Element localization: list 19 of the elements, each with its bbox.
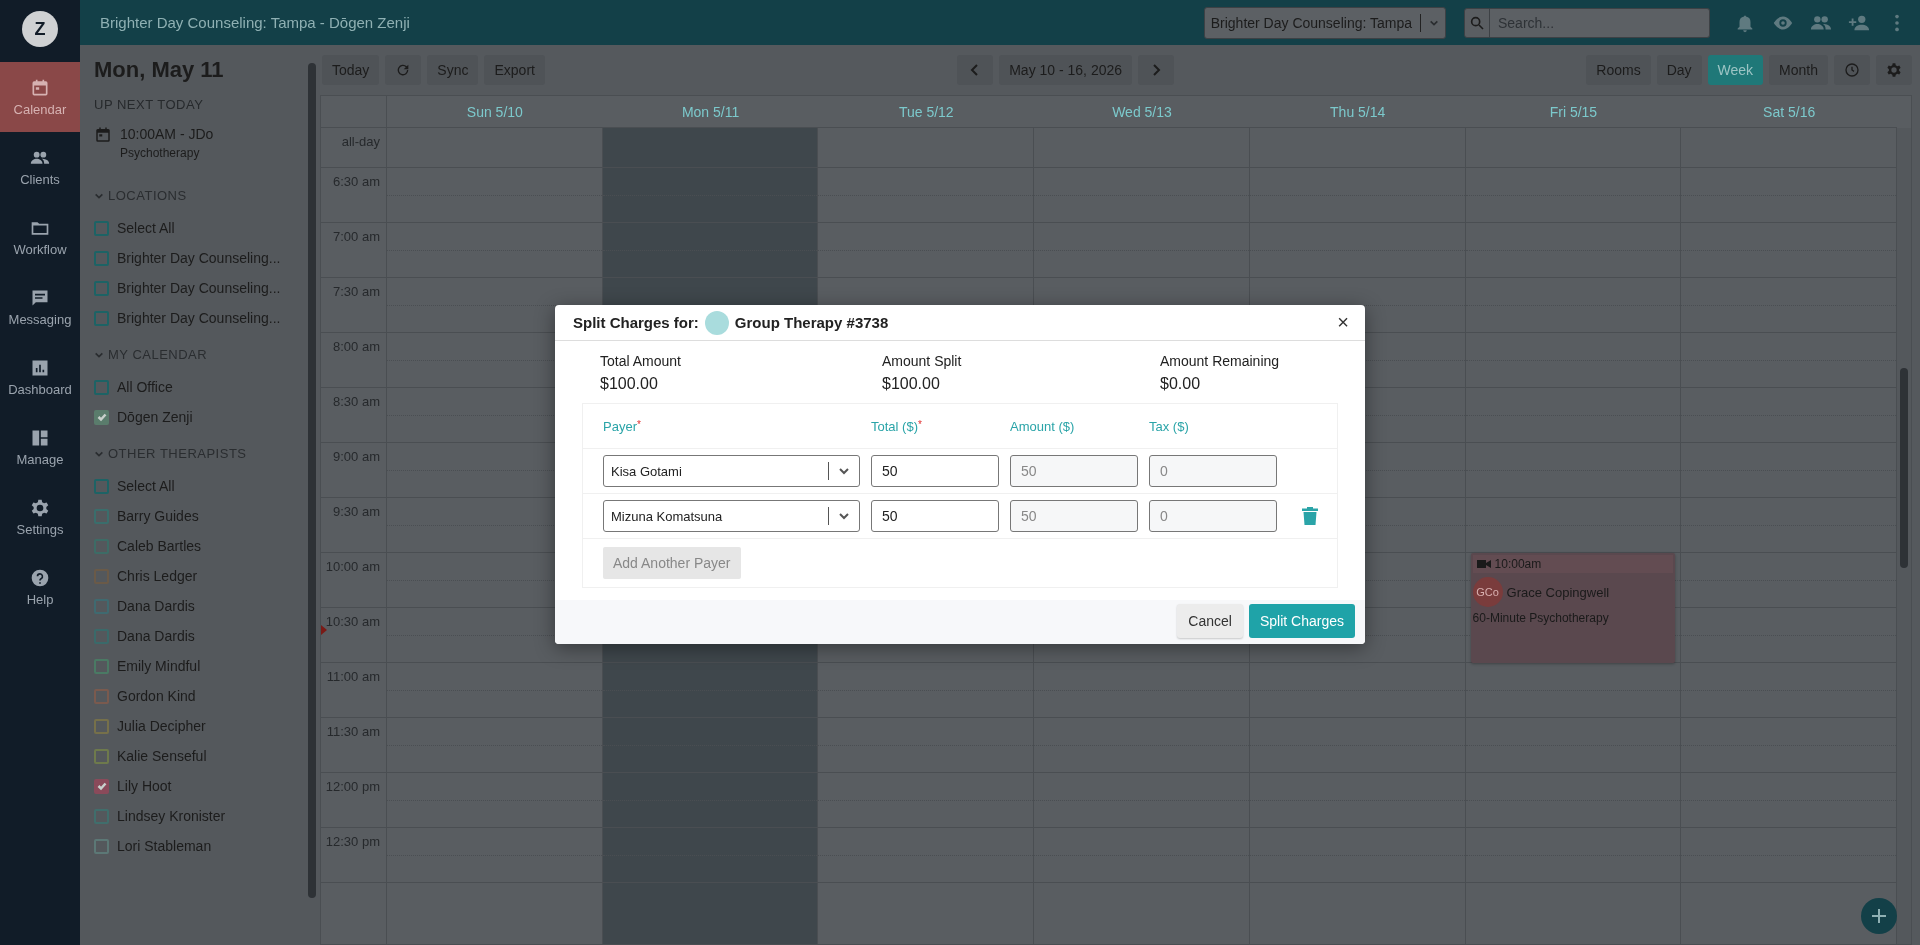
appointment-time: 10:00am [1494,557,1542,571]
appointment-service: 60-Minute Psychotherapy [1472,611,1610,625]
summary-value: $100.00 [600,375,659,393]
column-header: Amount ($) [1010,418,1076,434]
column-header: Total ($)* [871,418,923,434]
page-title: Brighter Day Counseling: Tampa - Dōgen Zenji [100,14,411,31]
column-header: Payer* [603,418,642,434]
summary-label: Amount Remaining [1160,353,1281,369]
summary-value: $100.00 [882,375,941,393]
selected-date: Mon, May 11 [94,57,225,83]
dialog-title: Split Charges for: [573,314,699,331]
appointment-service: Psychotherapy [120,146,201,160]
column-header: Tax ($) [1149,418,1190,434]
summary-label: Total Amount [600,353,682,369]
summary-label: Amount Split [882,353,963,369]
summary-value: $0.00 [1160,375,1202,393]
client-avatar: GCo [1472,577,1503,607]
client-name: Grace Copingwell [1506,584,1610,600]
appointment-name: Group Therapy #3738 [734,314,889,331]
